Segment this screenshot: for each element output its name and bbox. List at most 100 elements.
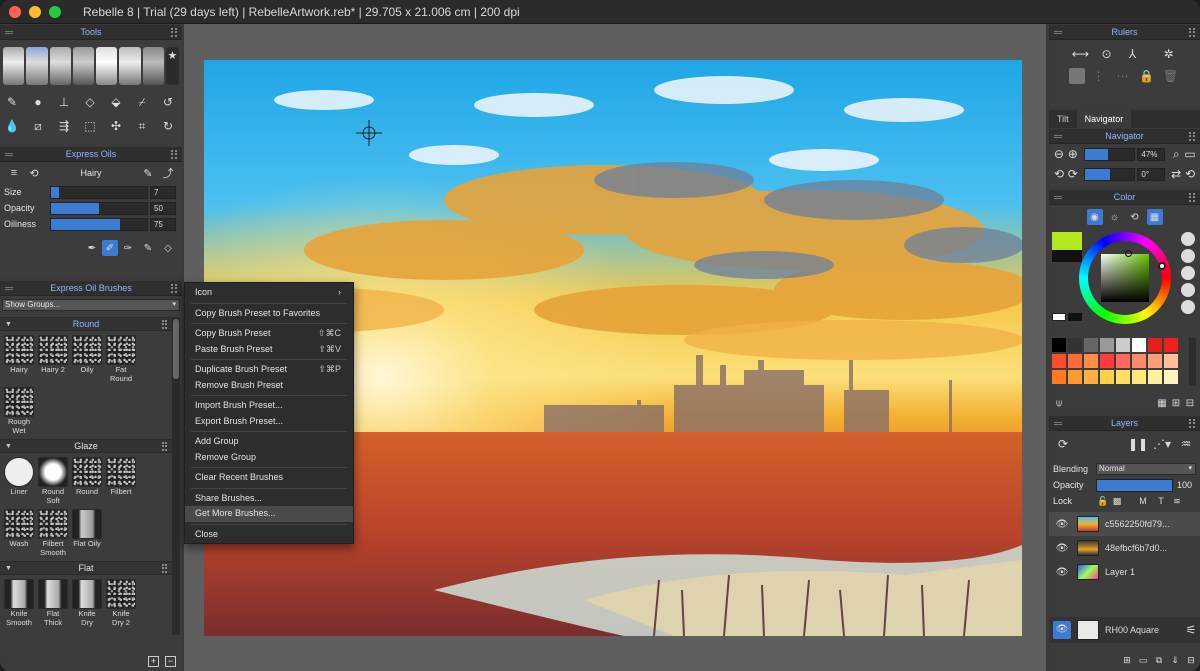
swatch[interactable]: [1164, 370, 1178, 384]
swatch[interactable]: [1100, 370, 1114, 384]
brush-preset-filbert-smooth[interactable]: Filbert Smooth: [38, 509, 68, 557]
stamp-icon[interactable]: ⊥: [54, 92, 74, 112]
eye-icon[interactable]: 👁: [1055, 567, 1069, 578]
blob-icon[interactable]: ●: [28, 92, 48, 112]
saturation-value-square[interactable]: [1101, 254, 1149, 302]
pause-icon[interactable]: ❚❚: [1128, 434, 1148, 454]
perspective-ruler-icon[interactable]: ⅄: [1123, 44, 1143, 64]
eyedropper-icon[interactable]: ⍦: [1052, 393, 1066, 413]
rotate-right-icon[interactable]: ⟳: [1066, 164, 1080, 184]
duplicate-layer-icon[interactable]: ⧉: [1152, 653, 1166, 667]
tab-tilt[interactable]: Tilt: [1049, 110, 1077, 128]
palette-grid-icon[interactable]: ▦: [1155, 393, 1169, 413]
menu-item[interactable]: Get More Brushes...: [185, 506, 353, 522]
blending-dropdown[interactable]: Normal ▾: [1096, 463, 1196, 475]
hue-wheel[interactable]: [1079, 232, 1171, 324]
white-swatch[interactable]: [1052, 313, 1066, 321]
wide-brush-tool[interactable]: [72, 47, 95, 85]
brush-preset-knife-smooth[interactable]: Knife Smooth: [4, 579, 34, 627]
minimize-window-button[interactable]: [29, 5, 41, 18]
mixing-swatch[interactable]: [1181, 266, 1195, 280]
transform-icon[interactable]: ✣: [106, 116, 126, 136]
maximize-window-button[interactable]: [49, 5, 61, 18]
swatch[interactable]: [1100, 338, 1114, 352]
paint-mode-icon[interactable]: ✒: [82, 238, 102, 258]
swatch[interactable]: [1052, 338, 1066, 352]
swatch[interactable]: [1132, 354, 1146, 368]
mixing-swatch[interactable]: [1181, 300, 1195, 314]
menu-item[interactable]: Close: [185, 527, 353, 543]
ruler-snap-icon[interactable]: ⋮: [1089, 66, 1109, 86]
brush-preset-knife-dry-2[interactable]: Knife Dry 2: [106, 579, 136, 627]
color-picker-handle[interactable]: [1125, 250, 1132, 257]
selection-icon[interactable]: ⬚: [80, 116, 100, 136]
ruler-distribute-icon[interactable]: ⋯: [1113, 66, 1133, 86]
brush-preset-oily[interactable]: Oily: [72, 335, 102, 383]
layer-row[interactable]: 👁 48efbcf6b7d0...: [1049, 536, 1200, 560]
rotation-slider[interactable]: [1083, 167, 1136, 181]
blend-icon[interactable]: ⇶: [54, 116, 74, 136]
mixing-swatch[interactable]: [1181, 283, 1195, 297]
favorite-star-icon[interactable]: ★: [165, 47, 180, 85]
layer-opacity-slider[interactable]: [1096, 478, 1173, 492]
zoom-slider[interactable]: [1083, 147, 1136, 161]
swatch[interactable]: [1068, 338, 1082, 352]
swatch[interactable]: [1084, 338, 1098, 352]
eraser-icon[interactable]: ◇: [80, 92, 100, 112]
blend-mode-icon[interactable]: ✐: [102, 240, 118, 256]
reset-view-icon[interactable]: ⟲: [1183, 164, 1197, 184]
paper-settings-icon[interactable]: ⚟: [1184, 620, 1198, 640]
zoom-out-icon[interactable]: ⊖: [1052, 144, 1066, 164]
size-value[interactable]: 7: [150, 185, 176, 199]
tracing-icon[interactable]: T: [1154, 491, 1168, 511]
size-slider[interactable]: [50, 185, 148, 199]
swatch[interactable]: [1084, 354, 1098, 368]
swatch[interactable]: [1068, 370, 1082, 384]
tab-navigator[interactable]: Navigator: [1076, 110, 1132, 128]
oiliness-slider[interactable]: [50, 217, 148, 231]
swatch[interactable]: [1164, 338, 1178, 352]
swatch[interactable]: [1100, 354, 1114, 368]
brush-preset-filbert[interactable]: Filbert: [106, 457, 136, 505]
swatch[interactable]: [1084, 370, 1098, 384]
show-groups-dropdown[interactable]: Show Groups... ▾: [2, 299, 180, 311]
menu-item[interactable]: Add Group: [185, 434, 353, 450]
zoom-fit-icon[interactable]: ⌕: [1169, 144, 1183, 164]
menu-item[interactable]: Clear Recent Brushes: [185, 470, 353, 486]
pencil-icon[interactable]: ✎: [2, 92, 22, 112]
ruler-color-swatch[interactable]: [1068, 68, 1085, 84]
swatch[interactable]: [1116, 370, 1130, 384]
swatch[interactable]: [1116, 338, 1130, 352]
dry-mode-icon[interactable]: ✎: [138, 238, 158, 258]
secondary-color-swatch[interactable]: [1052, 250, 1082, 262]
rotation-value[interactable]: 0°: [1137, 167, 1166, 181]
color-grid-icon[interactable]: ▦: [1146, 209, 1163, 225]
layer-row[interactable]: 👁 Layer 1: [1049, 560, 1200, 584]
eye-icon[interactable]: 👁: [1055, 543, 1069, 554]
scrollbar-thumb[interactable]: [173, 319, 179, 379]
remove-swatch-icon[interactable]: ⊟: [1183, 393, 1197, 413]
smudge-mode-icon[interactable]: ✑: [118, 238, 138, 258]
water-drop-icon[interactable]: 💧: [2, 116, 22, 136]
rotate-left-icon[interactable]: ⟲: [1052, 164, 1066, 184]
spray-tool[interactable]: [142, 47, 164, 85]
brush-preset-wash[interactable]: Wash: [4, 509, 34, 557]
eyedropper-icon[interactable]: ⌿: [132, 92, 152, 112]
group-header-round[interactable]: ▼ Round: [0, 317, 172, 331]
remove-preset-icon[interactable]: −: [165, 656, 176, 667]
brushes-scrollbar[interactable]: [172, 317, 180, 635]
brush-preset-fat-round[interactable]: Fat Round: [106, 335, 136, 383]
mask-icon[interactable]: M: [1132, 491, 1154, 511]
crop-icon[interactable]: ⌗: [132, 116, 152, 136]
layer-sync-icon[interactable]: ⟳: [1053, 434, 1073, 454]
swatch-scrollbar[interactable]: [1189, 338, 1196, 386]
fill-icon[interactable]: ⬙: [106, 92, 126, 112]
marker-tool[interactable]: [96, 47, 118, 85]
brush-preset-flat-thick[interactable]: Flat Thick: [38, 579, 68, 627]
line-ruler-icon[interactable]: ⟷: [1071, 44, 1091, 64]
swatch[interactable]: [1148, 370, 1162, 384]
wet-lock-icon[interactable]: ≋: [1168, 491, 1186, 511]
hue-handle[interactable]: [1158, 262, 1166, 270]
swatch[interactable]: [1132, 370, 1146, 384]
redo-icon[interactable]: ↻: [158, 116, 178, 136]
